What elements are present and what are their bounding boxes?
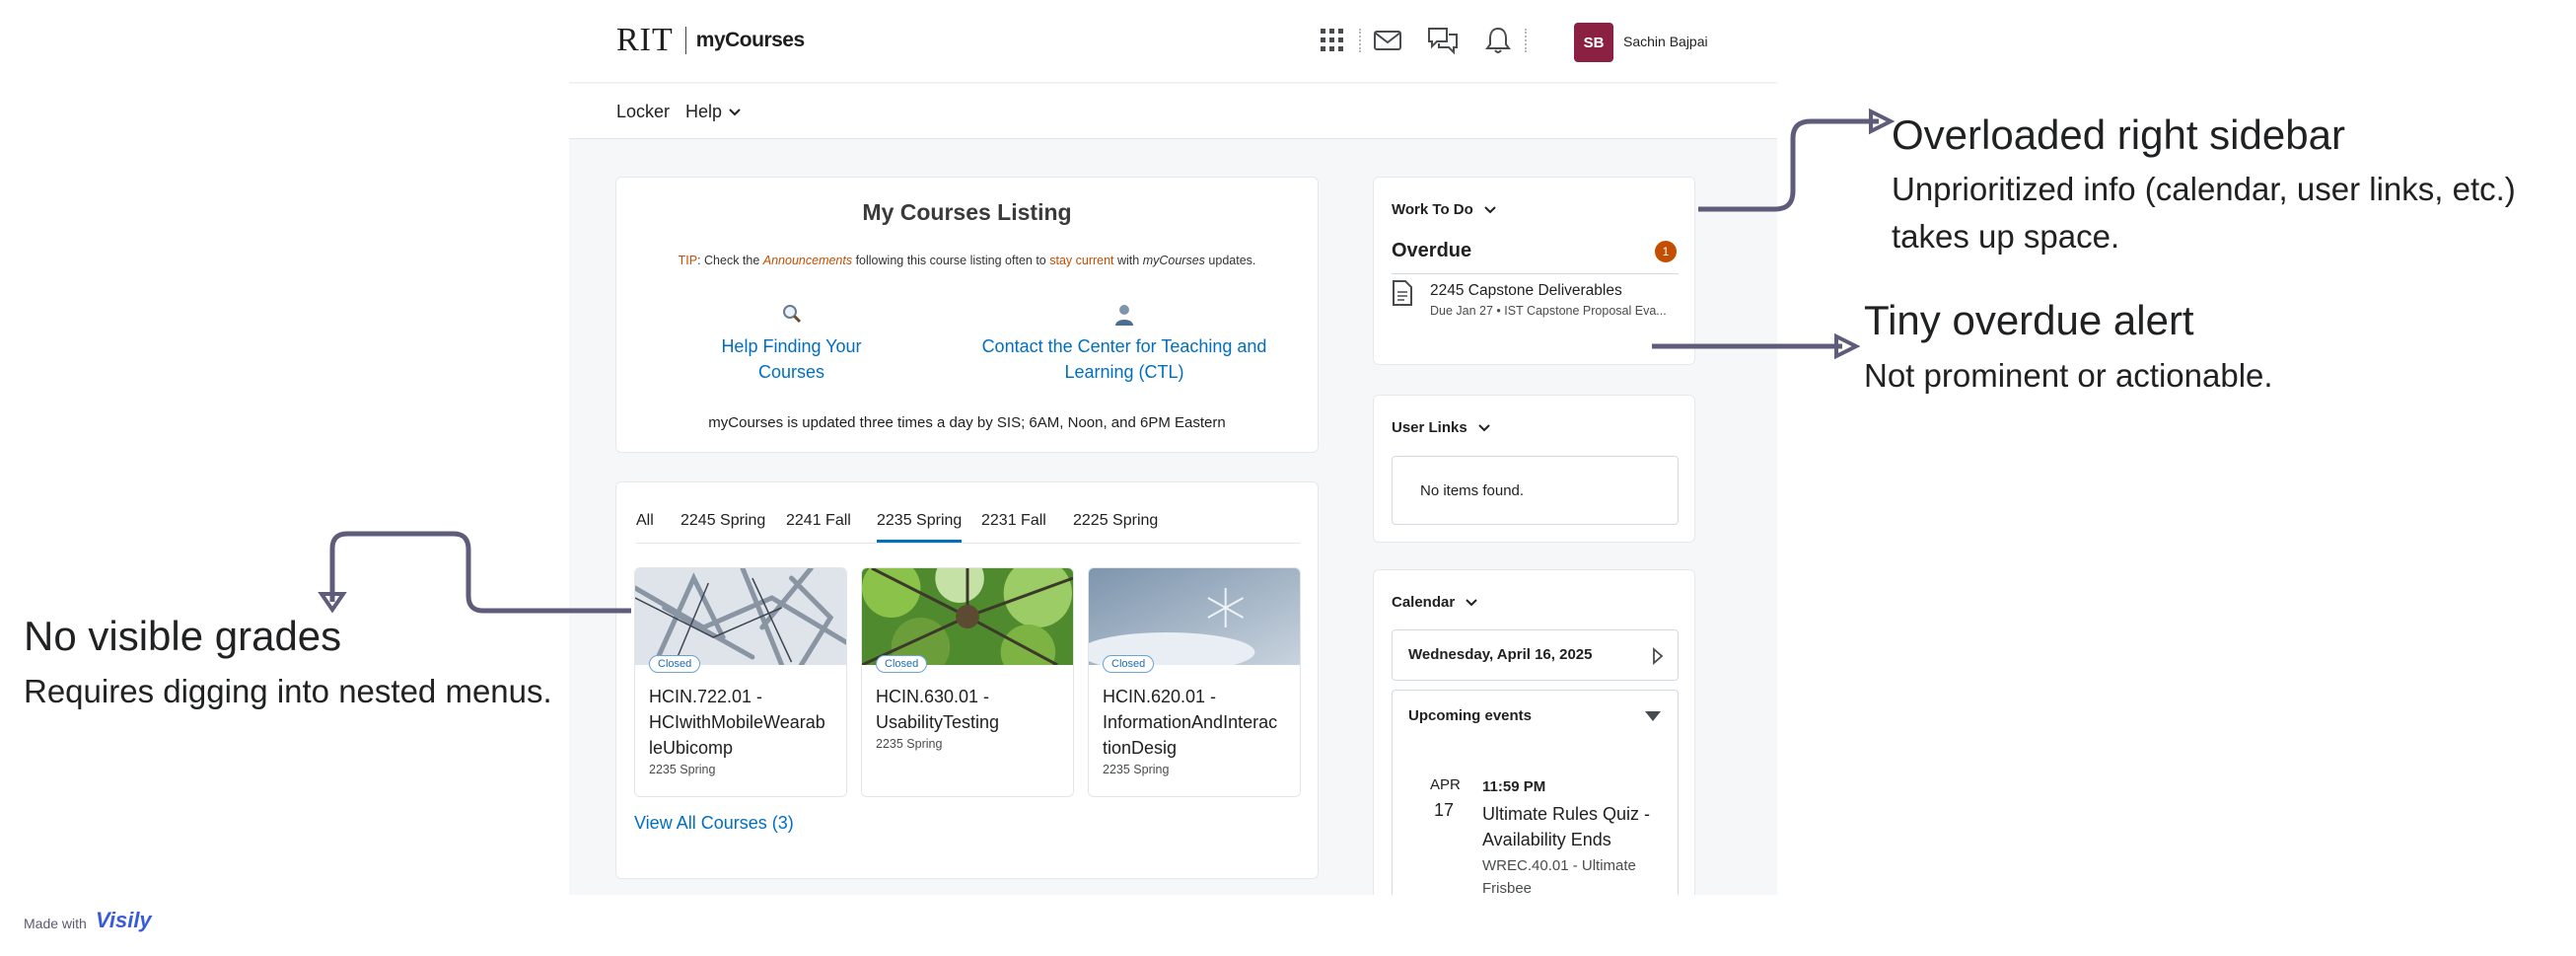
annotation-sidebar-line-2: takes up space.	[1892, 218, 2120, 255]
annotation-grades-line: Requires digging into nested menus.	[24, 673, 552, 709]
annotation-grades-heading: No visible grades	[24, 613, 342, 659]
visily-logo[interactable]: Visily	[96, 908, 152, 933]
annotation-overdue-heading: Tiny overdue alert	[1864, 297, 2194, 343]
annotation-sidebar-heading: Overloaded right sidebar	[1892, 111, 2345, 158]
sidebar-arrow	[1698, 118, 1879, 212]
annotation-sidebar-line-1: Unprioritized info (calendar, user links…	[1892, 171, 2516, 207]
annotation-overdue-line: Not prominent or actionable.	[1864, 357, 2273, 394]
grades-arrow	[329, 531, 631, 614]
made-with-text: Made with	[24, 916, 87, 931]
